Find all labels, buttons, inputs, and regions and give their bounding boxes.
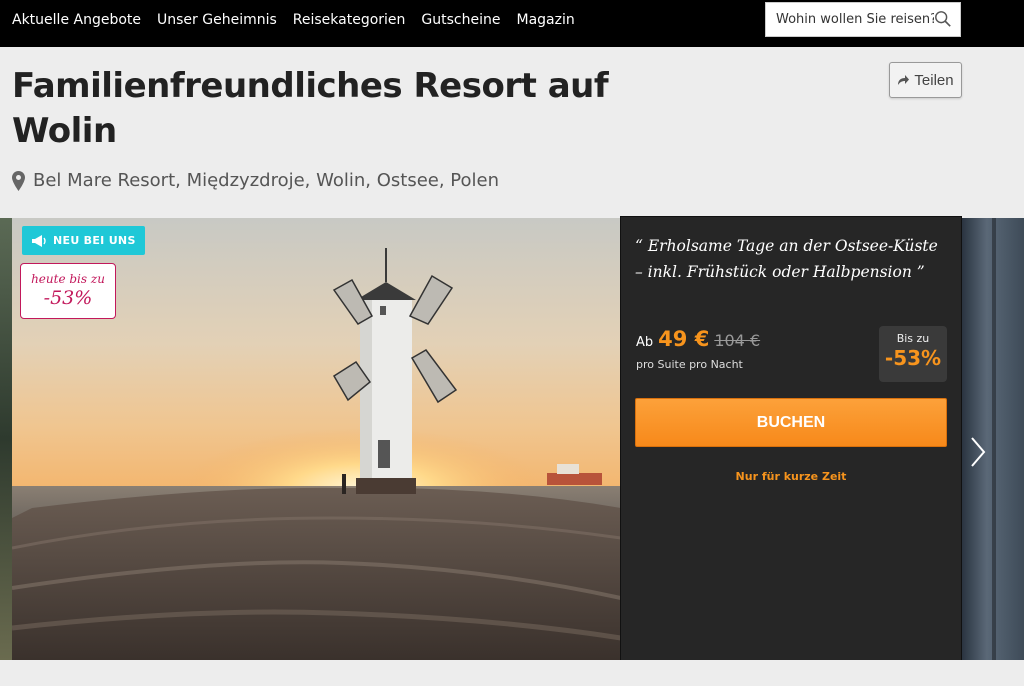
new-badge: NEU BEI UNS [22,226,145,255]
nav-item-unser-geheimnis[interactable]: Unser Geheimnis [157,12,277,28]
old-price: 104 € [714,331,761,350]
savings-label: Bis zu [896,332,930,345]
price-row: Ab 49 € 104 € [636,327,760,351]
nav-item-reisekategorien[interactable]: Reisekategorien [293,12,406,28]
share-button[interactable]: Teilen [889,62,962,98]
discount-badge-value: -53% [43,287,93,309]
chevron-right-icon[interactable] [966,432,990,472]
location-pin-icon [12,170,25,191]
current-price: 49 € [658,327,710,351]
search-icon[interactable] [934,10,952,28]
price-unit: pro Suite pro Nacht [636,358,743,371]
new-badge-label: NEU BEI UNS [53,234,136,247]
location: Bel Mare Resort, Międzyzdroje, Wolin, Os… [12,170,499,191]
search-input[interactable] [776,12,934,27]
page-bottom [0,660,1024,686]
previous-image-preview[interactable] [0,218,12,660]
nav-menu: Aktuelle Angebote Unser Geheimnis Reisek… [12,0,591,40]
top-navigation: Aktuelle Angebote Unser Geheimnis Reisek… [0,0,1024,47]
discount-badge: heute bis zu -53% [20,263,116,319]
nav-item-magazin[interactable]: Magazin [517,12,575,28]
nav-item-aktuelle-angebote[interactable]: Aktuelle Angebote [12,12,141,28]
discount-badge-text: heute bis zu [31,272,105,286]
nav-item-gutscheine[interactable]: Gutscheine [421,12,500,28]
share-icon [898,75,910,85]
book-button[interactable]: BUCHEN [635,398,947,447]
limited-time-note: Nur für kurze Zeit [735,470,847,483]
share-label: Teilen [914,71,954,89]
price-prefix: Ab [636,335,654,350]
savings-value: -53% [884,346,942,370]
search-box [765,2,961,37]
offer-quote: “ Erholsame Tage an der Ostsee-Küste – i… [635,237,938,281]
offer-panel: “ Erholsame Tage an der Ostsee-Küste – i… [620,216,962,665]
megaphone-icon [32,234,46,247]
page-title: Familienfreundliches Resort auf Wolin [12,66,609,151]
location-text: Bel Mare Resort, Międzyzdroje, Wolin, Os… [33,170,500,191]
savings-box: Bis zu -53% [879,326,947,382]
